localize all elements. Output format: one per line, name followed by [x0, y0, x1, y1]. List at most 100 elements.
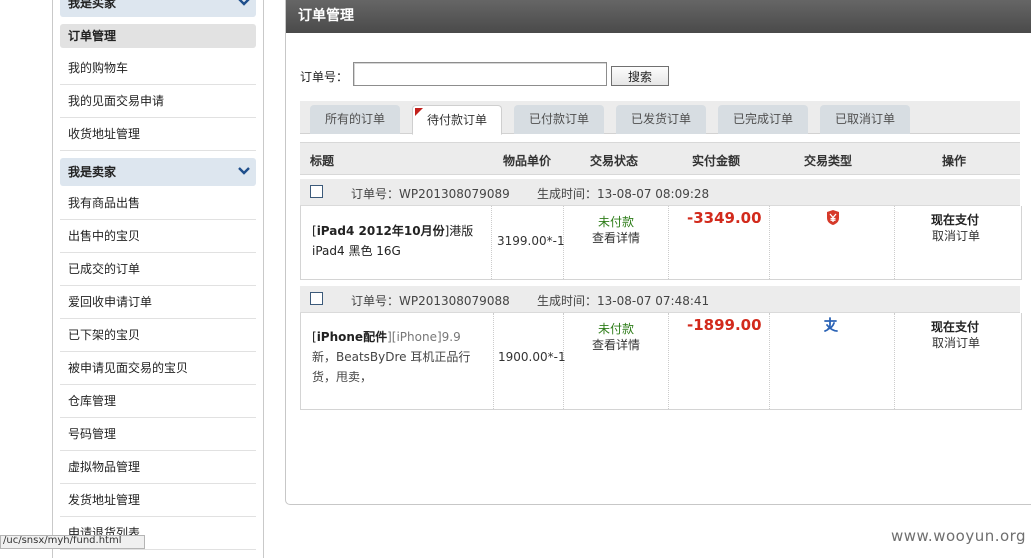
- order-number-input[interactable]: [353, 62, 607, 86]
- column-header-actions: 操作: [942, 154, 967, 168]
- sidebar-item-label: 我有商品出售: [68, 196, 141, 210]
- sidebar-item-label: 被申请见面交易的宝贝: [68, 361, 189, 375]
- tab-shipped[interactable]: 已发货订单: [616, 105, 706, 134]
- order-select-checkbox[interactable]: [310, 185, 323, 198]
- status-unpaid: 未付款: [598, 215, 635, 229]
- sidebar-item-label: 已下架的宝贝: [68, 328, 141, 342]
- order-number-label: 订单号：: [300, 70, 349, 84]
- sidebar-section-label: 我是卖家: [68, 165, 117, 179]
- sidebar-item-order-management[interactable]: 订单管理: [60, 24, 256, 48]
- type-cell: [770, 206, 895, 279]
- sidebar-item-label: 号码管理: [68, 427, 117, 441]
- sidebar-item-completed-orders[interactable]: 已成交的订单: [60, 253, 256, 286]
- sidebar-item-delisted[interactable]: 已下架的宝贝: [60, 319, 256, 352]
- order-select-checkbox[interactable]: [310, 292, 323, 305]
- sidebar-item-sell-goods[interactable]: 我有商品出售: [60, 187, 256, 220]
- unit-price-cell: 1900.00*-1: [494, 313, 566, 409]
- cancel-order-button[interactable]: 取消订单: [932, 334, 980, 351]
- order-number: 订单号：WP201308079089: [351, 187, 510, 201]
- order-title-cell: [iPhone配件][iPhone]9.9 新，BeatsByDre 耳机正品行…: [301, 313, 494, 409]
- order-created-time: 生成时间：13-08-07 07:48:41: [537, 294, 710, 308]
- order-header-row: 订单号：WP201308079088 生成时间：13-08-07 07:48:4…: [300, 286, 1020, 313]
- actions-cell: 现在支付 取消订单: [895, 313, 1021, 409]
- sidebar-item-label: 出售中的宝贝: [68, 229, 141, 243]
- sidebar-item-label: 仓库管理: [68, 394, 117, 408]
- order-header-row: 订单号：WP201308079089 生成时间：13-08-07 08:09:2…: [300, 179, 1020, 206]
- active-tab-corner-icon: [415, 108, 423, 116]
- tab-cancelled[interactable]: 已取消订单: [820, 105, 910, 134]
- order-title[interactable]: [iPad4 2012年10月份]港版: [312, 222, 473, 240]
- sidebar-item-label: 发货地址管理: [68, 493, 141, 507]
- order-tabs: 所有的订单 待付款订单 已付款订单 已发货订单 已完成订单 已取消订单: [300, 101, 1020, 135]
- sidebar-item-label: 我的购物车: [68, 61, 129, 75]
- sidebar-item-shipping-address[interactable]: 收货地址管理: [60, 118, 256, 151]
- type-cell: [770, 313, 895, 409]
- order-title-detail: iPad4 黑色 16G: [312, 244, 401, 258]
- view-details-link[interactable]: 查看详情: [592, 229, 640, 246]
- sidebar-item-virtual-goods[interactable]: 虚拟物品管理: [60, 451, 256, 484]
- tab-label: 已完成订单: [732, 112, 793, 126]
- table-header: 标题 物品单价 交易状态 实付金额 交易类型 操作: [300, 142, 1020, 175]
- panel-header: 订单管理: [286, 0, 1031, 33]
- tab-completed[interactable]: 已完成订单: [718, 105, 808, 134]
- order-row: [iPhone配件][iPhone]9.9 新，BeatsByDre 耳机正品行…: [300, 313, 1022, 410]
- order-title-cell: [iPad4 2012年10月份]港版 iPad4 黑色 16G: [301, 206, 492, 279]
- sidebar-item-warehouse[interactable]: 仓库管理: [60, 385, 256, 418]
- unit-price: 1900.00*-1: [498, 350, 566, 364]
- column-header-unit-price: 物品单价: [503, 154, 552, 168]
- status-unpaid: 未付款: [598, 322, 635, 336]
- alipay-icon: [823, 317, 839, 336]
- tab-label: 已取消订单: [834, 112, 895, 126]
- chevron-down-icon[interactable]: [238, 158, 250, 176]
- browser-status-url: /uc/snsx/myh/fund.html: [0, 535, 145, 549]
- sidebar-item-label: 已成交的订单: [68, 262, 141, 276]
- tab-pending-payment[interactable]: 待付款订单: [412, 105, 502, 135]
- amount-cell: -1899.00: [669, 313, 770, 409]
- actions-cell: 现在支付 取消订单: [895, 206, 1021, 279]
- unit-price-cell: 3199.00*-1: [492, 206, 565, 279]
- status-cell: 未付款 查看详情: [564, 313, 669, 409]
- sidebar-item-meet-requested[interactable]: 被申请见面交易的宝贝: [60, 352, 256, 385]
- tab-label: 所有的订单: [324, 112, 385, 126]
- sidebar-item-cart[interactable]: 我的购物车: [60, 52, 256, 85]
- pay-now-button[interactable]: 现在支付: [931, 318, 979, 335]
- chevron-down-icon[interactable]: [238, 0, 250, 7]
- panel-title: 订单管理: [298, 8, 354, 24]
- status-cell: 未付款 查看详情: [564, 206, 669, 279]
- paid-amount: -1899.00: [687, 316, 762, 334]
- sidebar-item-recycle-orders[interactable]: 爱回收申请订单: [60, 286, 256, 319]
- order-title[interactable]: [iPhone配件][iPhone]9.9: [312, 328, 461, 346]
- tab-label: 已发货订单: [630, 112, 691, 126]
- tab-label: 待付款订单: [426, 113, 487, 127]
- sidebar-section-seller[interactable]: 我是卖家: [60, 158, 256, 186]
- sidebar-section-label: 我是买家: [68, 0, 117, 10]
- search-button[interactable]: 搜索: [611, 66, 669, 86]
- tab-paid[interactable]: 已付款订单: [514, 105, 604, 134]
- order-title-detail: 新，BeatsByDre 耳机正品行: [312, 350, 471, 364]
- title-tail: ]港版: [444, 224, 474, 238]
- order-title-detail: 货，甩卖，: [312, 370, 373, 384]
- cancel-order-button[interactable]: 取消订单: [932, 227, 980, 244]
- order-row: [iPad4 2012年10月份]港版 iPad4 黑色 16G 3199.00…: [300, 206, 1022, 280]
- order-created-time: 生成时间：13-08-07 08:09:28: [537, 187, 710, 201]
- sidebar-section-buyer[interactable]: 我是买家: [60, 0, 256, 17]
- sidebar-item-on-sale[interactable]: 出售中的宝贝: [60, 220, 256, 253]
- sidebar-item-label: 订单管理: [68, 29, 117, 43]
- pay-now-button[interactable]: 现在支付: [931, 211, 979, 228]
- sidebar-item-dispatch-address[interactable]: 发货地址管理: [60, 484, 256, 517]
- sidebar-item-label: 虚拟物品管理: [68, 460, 141, 474]
- title-bold: iPad4 2012年10月份: [316, 224, 445, 238]
- order-number: 订单号：WP201308079088: [351, 294, 510, 308]
- view-details-link[interactable]: 查看详情: [592, 336, 640, 353]
- tab-all-orders[interactable]: 所有的订单: [310, 105, 400, 134]
- column-header-status: 交易状态: [590, 154, 639, 168]
- sidebar-item-meet-requests[interactable]: 我的见面交易申请: [60, 85, 256, 118]
- column-header-type: 交易类型: [804, 154, 853, 168]
- sidebar-item-label: 收货地址管理: [68, 127, 141, 141]
- title-tail: ][iPhone]9.9: [387, 330, 461, 344]
- amount-cell: -3349.00: [669, 206, 770, 279]
- sidebar-item-label: 我的见面交易申请: [68, 94, 165, 108]
- column-header-paid-amount: 实付金额: [692, 154, 741, 168]
- title-bold: iPhone配件: [316, 330, 388, 344]
- sidebar-item-numbers[interactable]: 号码管理: [60, 418, 256, 451]
